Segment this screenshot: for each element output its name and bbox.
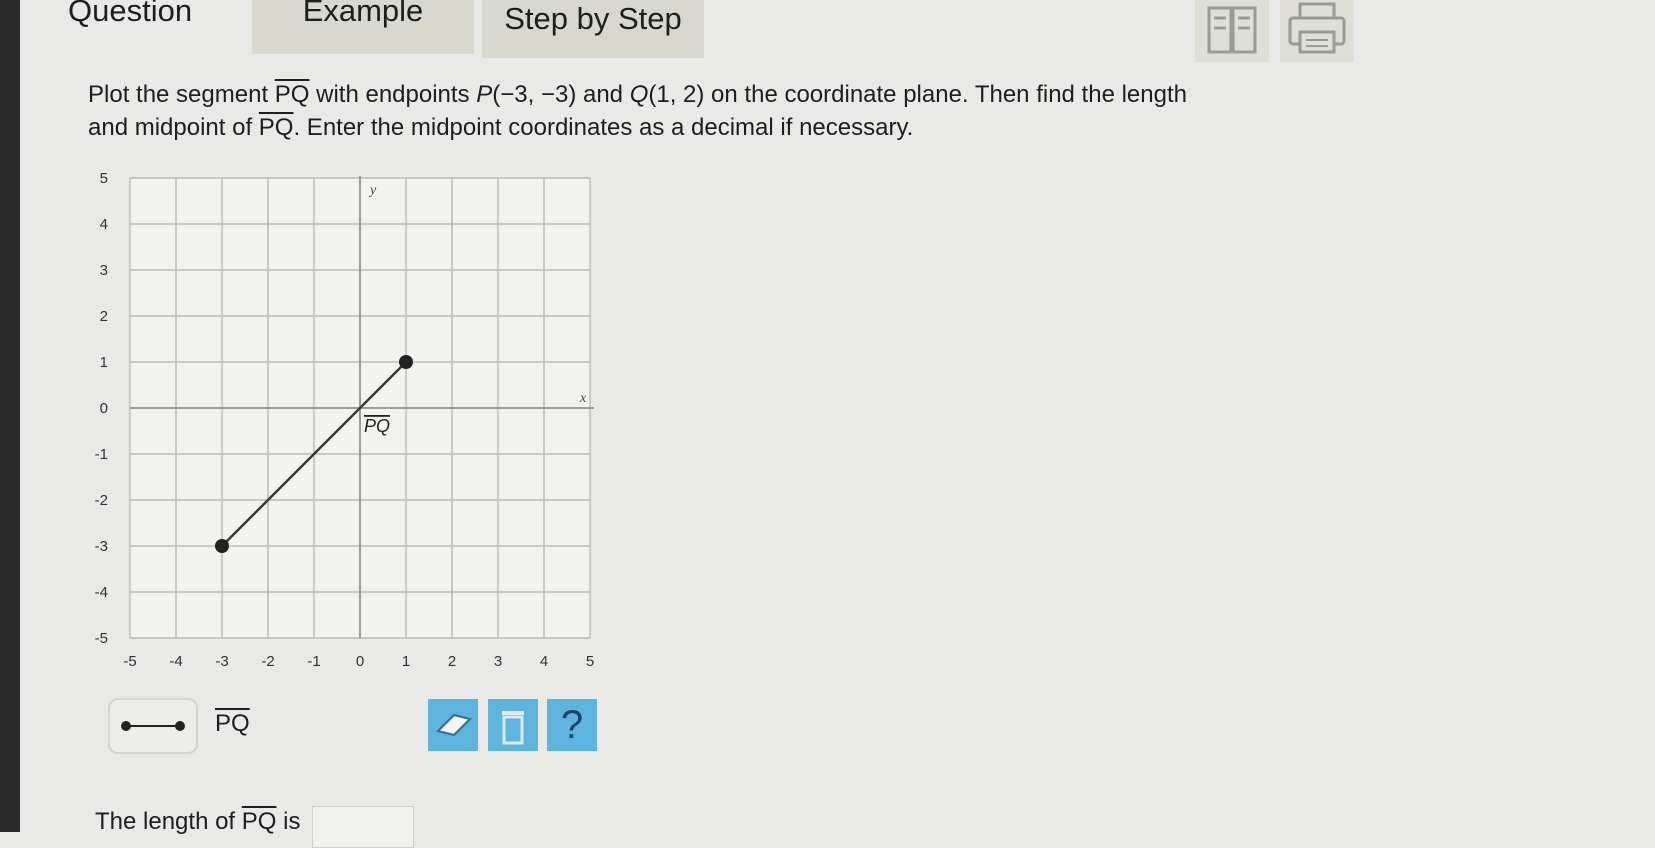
tab-bar: Question Example Step by Step — [20, 0, 720, 58]
point-q-coords: (1, 2) — [648, 81, 705, 108]
y-tick-label: -1 — [95, 446, 108, 463]
question-prompt: Plot the segment PQ with endpoints P(−3,… — [88, 78, 1248, 144]
prompt-line-2: and midpoint of PQ. Enter the midpoint c… — [88, 111, 1248, 144]
help-button[interactable]: ? — [547, 699, 597, 751]
segment-tool-icon — [121, 721, 185, 731]
print-button[interactable] — [1280, 0, 1354, 62]
point-p-coords: (−3, −3) — [492, 81, 577, 108]
y-tick-label: 0 — [100, 400, 108, 417]
x-tick-label: -3 — [215, 653, 228, 670]
prompt-line-1: Plot the segment PQ with endpoints P(−3,… — [88, 78, 1248, 111]
segment-name: PQ — [274, 81, 310, 108]
length-text: is — [276, 808, 301, 835]
length-segment: PQ — [241, 808, 277, 835]
y-tick-label: 3 — [100, 262, 108, 279]
length-input[interactable] — [312, 806, 414, 848]
prompt-text: . Enter the midpoint coordinates as a de… — [293, 114, 914, 141]
prompt-text: and midpoint of — [88, 114, 259, 141]
x-tick-label: -5 — [123, 653, 136, 670]
x-tick-label: -2 — [261, 653, 274, 670]
eraser-icon — [436, 713, 472, 737]
point-q — [399, 355, 413, 369]
y-tick-label: -4 — [95, 584, 108, 601]
y-tick-label: 2 — [100, 308, 108, 325]
y-tick-label: 4 — [100, 216, 108, 233]
point-p-name: P — [476, 81, 493, 108]
y-axis-label: y — [368, 183, 377, 198]
x-tick-label: -4 — [169, 653, 182, 670]
trash-icon — [502, 711, 524, 745]
coordinate-grid[interactable]: x y -5 -4 -3 -2 -1 0 1 2 3 4 5 5 4 3 2 1 0 -1 -2 -3 -4 -5 PQ — [90, 170, 610, 690]
point-p — [215, 539, 229, 553]
eraser-button[interactable] — [428, 699, 478, 751]
x-tick-label: 4 — [540, 653, 548, 670]
x-tick-label: 3 — [494, 653, 502, 670]
segment-tool-label: PQ — [215, 710, 250, 737]
x-tick-label: -1 — [307, 653, 320, 670]
y-tick-label: -2 — [95, 492, 108, 509]
coordinate-plane[interactable]: x y -5 -4 -3 -2 -1 0 1 2 3 4 5 5 4 3 2 1 0 -1 -2 -3 -4 -5 PQ — [90, 170, 610, 695]
y-tick-label: -5 — [95, 630, 108, 647]
x-tick-label: 2 — [448, 653, 456, 670]
segment-label: PQ — [364, 416, 390, 436]
printer-icon — [1288, 2, 1346, 54]
prompt-text: on the coordinate plane. Then find the l… — [704, 81, 1187, 108]
y-tick-label: 5 — [100, 170, 108, 187]
tab-example[interactable]: Example — [252, 0, 474, 54]
prompt-text: with endpoints — [309, 81, 477, 108]
x-tick-label: 0 — [356, 653, 364, 670]
y-tick-label: -3 — [95, 538, 108, 555]
screen-edge — [0, 0, 20, 832]
prompt-text: and — [576, 81, 630, 108]
length-text: The length of — [95, 808, 242, 835]
book-icon — [1207, 6, 1257, 54]
delete-button[interactable] — [488, 699, 538, 751]
y-tick-label: 1 — [100, 354, 108, 371]
x-axis-label: x — [579, 391, 587, 406]
segment-name: PQ — [258, 114, 294, 141]
tab-step-by-step[interactable]: Step by Step — [482, 0, 704, 58]
tab-question[interactable]: Question — [68, 0, 248, 48]
x-tick-label: 1 — [402, 653, 410, 670]
prompt-text: Plot the segment — [88, 81, 275, 108]
x-tick-label: 5 — [586, 653, 594, 670]
segment-tool-button[interactable] — [108, 698, 198, 754]
book-button[interactable] — [1195, 0, 1269, 62]
point-q-name: Q — [629, 81, 649, 108]
